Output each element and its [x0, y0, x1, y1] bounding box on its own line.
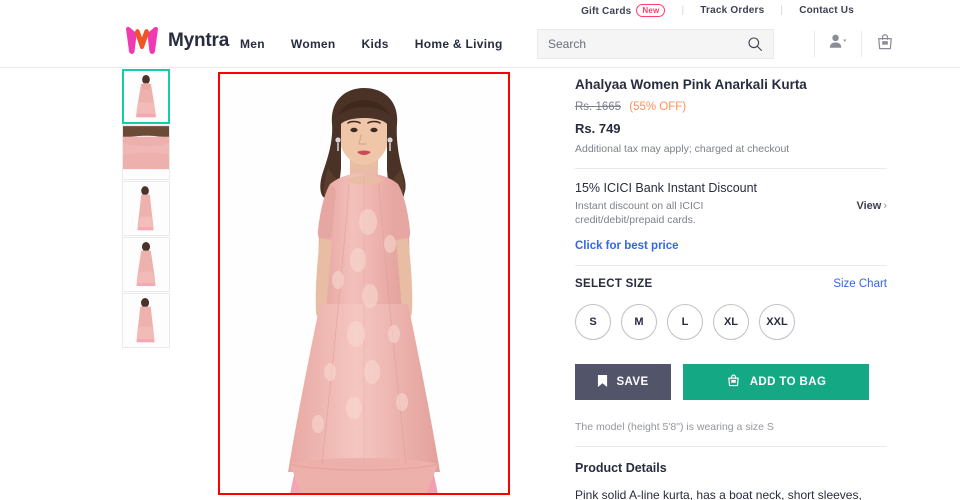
cta-row: SAVE ADD TO BAG: [575, 364, 887, 400]
top-bar-separator-2: |: [780, 4, 784, 16]
final-price: Rs. 749: [575, 121, 621, 136]
profile-button[interactable]: [815, 26, 861, 62]
tax-note: Additional tax may apply; charged at che…: [575, 143, 790, 155]
product-page: Gift Cards New | Track Orders | Contact U…: [0, 0, 960, 500]
divider-offers: [575, 168, 887, 169]
main-product-image[interactable]: [218, 72, 510, 495]
bag-icon: [875, 32, 895, 57]
bag-icon: [726, 373, 741, 391]
myntra-m-logo-icon: [124, 25, 160, 57]
product-detail-panel: Ahalyaa Women Pink Anarkali Kurta Rs. 16…: [575, 69, 887, 500]
main-nav: Men Women Kids Home & Living: [240, 20, 503, 67]
save-button[interactable]: SAVE: [575, 364, 671, 400]
nav-item-kids[interactable]: Kids: [362, 37, 389, 51]
offer-view-label: View: [856, 200, 882, 212]
offer-row: Instant discount on all ICICI credit/deb…: [575, 199, 887, 227]
product-details-body: Pink solid A-line kurta, has a boat neck…: [575, 488, 862, 500]
offer-description: Instant discount on all ICICI credit/deb…: [575, 200, 704, 226]
top-link-gift-cards-label: Gift Cards: [581, 5, 632, 17]
bag-button[interactable]: [862, 26, 908, 62]
add-to-bag-label: ADD TO BAG: [749, 376, 827, 388]
size-header: SELECT SIZE Size Chart: [575, 278, 887, 290]
discount-percent: (55% OFF): [629, 101, 687, 113]
size-options: S M L XL XXL: [575, 304, 887, 340]
nav-item-women[interactable]: Women: [291, 37, 336, 51]
offer-title: 15% ICICI Bank Instant Discount: [575, 181, 758, 195]
best-price-link[interactable]: Click for best price: [575, 240, 887, 252]
original-price: Rs. 1665: [575, 101, 622, 113]
chevron-right-icon: ›: [883, 200, 887, 212]
product-title: Ahalyaa Women Pink Anarkali Kurta: [575, 77, 807, 92]
nav-item-men[interactable]: Men: [240, 37, 265, 51]
header-actions: [814, 26, 908, 62]
search-box[interactable]: [537, 29, 774, 59]
thumbnail-item-2[interactable]: [122, 125, 170, 180]
size-option-s[interactable]: S: [575, 304, 611, 340]
thumbnail-item-4[interactable]: [122, 237, 170, 292]
search-icon[interactable]: [747, 36, 763, 52]
thumbnail-item-3[interactable]: [122, 181, 170, 236]
brand-name: Myntra: [168, 30, 230, 51]
thumbnail-rail: [122, 69, 170, 349]
thumbnail-item-1[interactable]: [122, 69, 170, 124]
product-content: Ahalyaa Women Pink Anarkali Kurta Rs. 16…: [0, 69, 960, 500]
divider-product-details: [575, 446, 887, 447]
size-option-l[interactable]: L: [667, 304, 703, 340]
top-bar-separator-1: |: [681, 4, 685, 16]
myntra-logo-link[interactable]: Myntra: [124, 25, 229, 57]
top-link-track-orders[interactable]: Track Orders: [700, 5, 764, 16]
profile-icon: [828, 33, 848, 56]
size-option-xxl[interactable]: XXL: [759, 304, 795, 340]
add-to-bag-button[interactable]: ADD TO BAG: [683, 364, 869, 400]
model-note: The model (height 5'8") is wearing a siz…: [575, 421, 774, 433]
select-size-label: SELECT SIZE: [575, 278, 653, 290]
top-link-gift-cards[interactable]: Gift Cards New: [581, 3, 666, 17]
site-header: Myntra Men Women Kids Home & Living: [0, 20, 960, 68]
gift-cards-new-badge: New: [636, 3, 666, 17]
top-utility-bar: Gift Cards New | Track Orders | Contact U…: [0, 0, 960, 20]
nav-item-home-living[interactable]: Home & Living: [415, 37, 503, 51]
thumbnail-item-5[interactable]: [122, 293, 170, 348]
bookmark-icon: [597, 374, 608, 391]
product-details-heading: Product Details: [575, 461, 667, 475]
size-option-m[interactable]: M: [621, 304, 657, 340]
offer-view-link[interactable]: View ›: [856, 199, 887, 212]
save-button-label: SAVE: [616, 376, 649, 388]
size-chart-link[interactable]: Size Chart: [833, 278, 887, 290]
divider-size: [575, 265, 887, 266]
top-link-contact-us[interactable]: Contact Us: [799, 5, 854, 16]
size-option-xl[interactable]: XL: [713, 304, 749, 340]
price-row: Rs. 1665 (55% OFF): [575, 100, 887, 114]
search-input[interactable]: [548, 37, 747, 51]
